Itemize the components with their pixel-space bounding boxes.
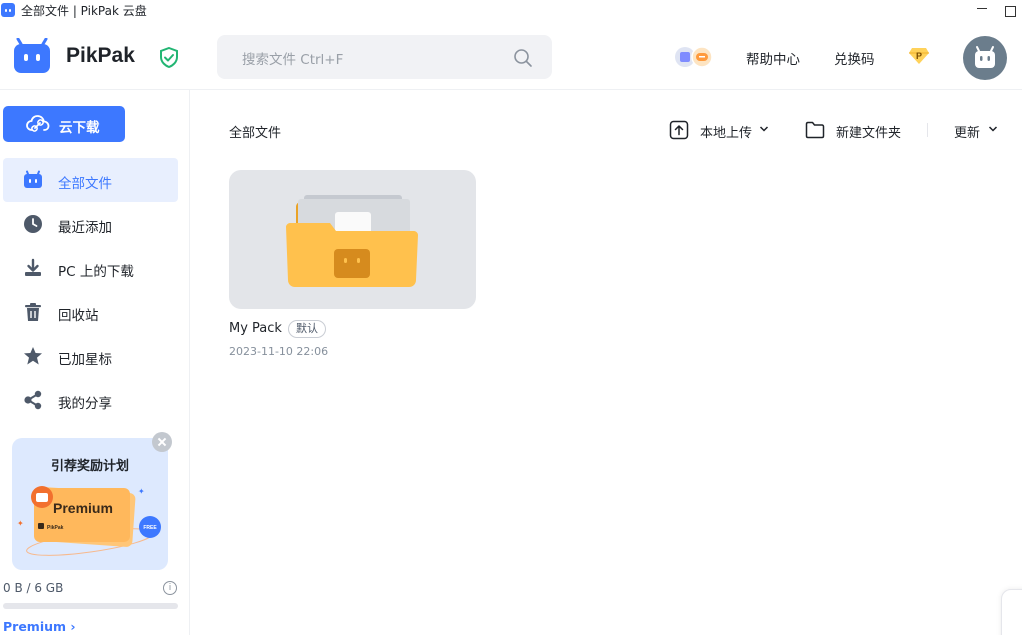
drive-icon [24,170,42,188]
sidebar-item-all-files[interactable]: 全部文件 [3,158,178,202]
breadcrumb[interactable]: 全部文件 [229,122,281,141]
promo-title: 引荐奖励计划 [50,459,129,474]
folder-icon [286,195,418,287]
minimize-button[interactable] [968,0,996,22]
promo-free-badge: FREE [143,525,157,531]
new-folder-label: 新建文件夹 [836,126,902,141]
promo-card-text: Premium [53,500,113,516]
sort-dropdown[interactable]: 更新 [954,118,1000,142]
local-upload-label: 本地上传 [700,126,753,141]
sidebar-item-label: 我的分享 [58,396,112,412]
sidebar: 云下载 全部文件 最近添加 PC 上的下载 回收站 已加星标 我的分享 引荐奖励… [0,90,190,635]
new-folder-button[interactable]: 新建文件夹 [805,118,905,142]
gem-letter: P [916,51,922,61]
sidebar-item-recent[interactable]: 最近添加 [3,202,178,246]
star-icon [24,347,42,365]
help-center-link[interactable]: 帮助中心 [746,48,800,68]
redeem-code-link[interactable]: 兑换码 [834,48,875,68]
svg-text:✦: ✦ [138,487,145,496]
referral-promo-banner[interactable]: 引荐奖励计划 Premium PikPak FREE ✦ ✦ [12,438,168,570]
default-tag-badge: 默认 [288,320,326,338]
window-title-bar: 全部文件 | PikPak 云盘 [0,0,1022,22]
verified-shield-icon [160,47,178,68]
info-icon[interactable]: i [163,581,177,595]
chevron-down-icon [988,126,998,132]
upload-icon [669,120,689,140]
cloud-download-label: 云下载 [59,120,100,136]
sidebar-item-trash[interactable]: 回收站 [3,290,178,334]
window-title: 全部文件 | PikPak 云盘 [21,4,147,18]
toolbar-divider [927,123,928,137]
chevron-down-icon [759,126,769,132]
svg-text:✦: ✦ [17,519,24,528]
folder-icon [805,121,825,139]
promo-close-button[interactable] [152,432,172,452]
cloud-download-button[interactable]: 云下载 [3,106,125,142]
premium-card-illustration: Premium PikPak FREE ✦ ✦ [17,486,161,556]
clock-icon [24,215,42,233]
search-placeholder: 搜索文件 Ctrl+F [242,52,344,68]
sidebar-item-label: 最近添加 [58,220,112,236]
user-avatar[interactable] [963,36,1007,80]
sidebar-item-label: PC 上的下载 [58,264,134,280]
community-icon[interactable] [674,46,716,68]
chevron-right-icon: › [70,619,76,634]
download-icon [25,258,41,276]
cloud-link-icon [26,115,50,132]
share-icon [24,390,42,410]
robot-avatar-icon [975,46,995,68]
local-upload-button[interactable]: 本地上传 [669,118,769,142]
brand-name[interactable]: PikPak [66,44,135,68]
sidebar-item-label: 已加星标 [58,352,112,368]
premium-gem-icon[interactable]: P [908,47,930,65]
folder-card-my-pack[interactable] [229,170,476,309]
sidebar-item-label: 回收站 [58,308,99,324]
storage-usage-text: 0 B / 6 GB [3,581,64,595]
trash-icon [25,303,41,321]
premium-link-label: Premium [3,619,67,634]
promo-card-brand: PikPak [47,525,64,531]
sidebar-item-label: 全部文件 [58,176,112,192]
pikpak-logo-icon[interactable] [12,38,52,74]
sort-label: 更新 [954,126,981,141]
sidebar-item-my-shares[interactable]: 我的分享 [3,378,178,422]
floating-widget[interactable] [1001,589,1022,635]
sidebar-item-pc-downloads[interactable]: PC 上的下载 [3,246,178,290]
top-header: PikPak 搜索文件 Ctrl+F 帮助中心 兑换码 P [0,22,1022,90]
sidebar-item-starred[interactable]: 已加星标 [3,334,178,378]
file-name[interactable]: My Pack [229,321,282,336]
file-date: 2023-11-10 22:06 [229,345,329,358]
search-box[interactable]: 搜索文件 Ctrl+F [217,35,552,79]
premium-link[interactable]: Premium › [3,619,76,634]
search-icon[interactable] [513,48,533,68]
storage-progress-bar [3,603,178,609]
maximize-button[interactable] [1004,0,1022,22]
app-icon [1,3,15,17]
